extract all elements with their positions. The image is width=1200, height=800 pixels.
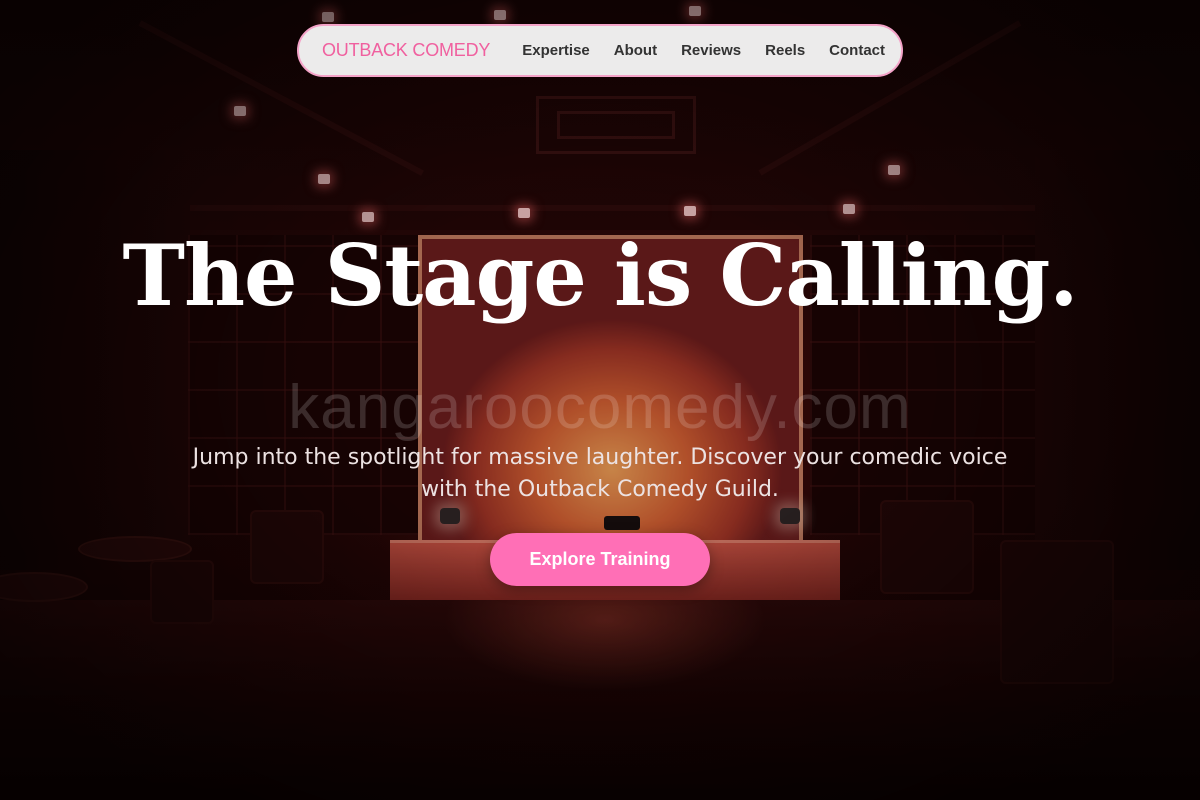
nav-item: Contact <box>829 42 885 60</box>
hero-headline: The Stage is Calling. <box>122 226 1078 325</box>
nav-item: Reels <box>765 42 805 60</box>
nav-link-reels[interactable]: Reels <box>765 42 805 59</box>
hero-section: OUTBACK COMEDY Expertise About Reviews R… <box>0 0 1200 800</box>
nav-item: Reviews <box>681 42 741 60</box>
nav-link-about[interactable]: About <box>614 42 657 59</box>
nav-link-reviews[interactable]: Reviews <box>681 42 741 59</box>
watermark-text: kangaroocomedy.com <box>288 373 912 442</box>
nav-item: Expertise <box>522 42 590 60</box>
top-nav: OUTBACK COMEDY Expertise About Reviews R… <box>297 24 903 77</box>
brand-logo[interactable]: OUTBACK COMEDY <box>322 40 490 61</box>
nav-link-expertise[interactable]: Expertise <box>522 42 590 59</box>
hero-subheadline: Jump into the spotlight for massive laug… <box>192 445 1008 502</box>
nav-link-contact[interactable]: Contact <box>829 42 885 59</box>
nav-item: About <box>614 42 657 60</box>
explore-training-button[interactable]: Explore Training <box>490 533 710 586</box>
nav-links: Expertise About Reviews Reels Contact <box>522 42 885 60</box>
